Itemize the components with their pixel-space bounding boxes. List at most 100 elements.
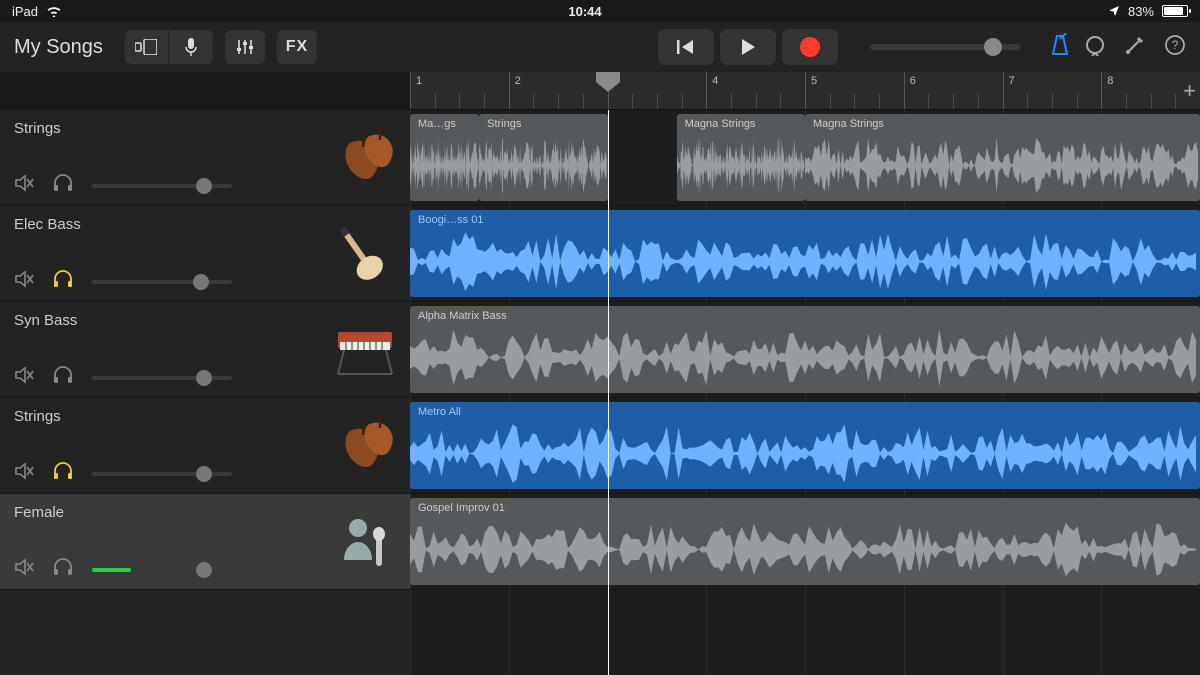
wifi-icon <box>46 5 62 17</box>
audio-region[interactable]: Boogi…ss 01 <box>410 210 1200 297</box>
track-lane[interactable]: Boogi…ss 01 <box>410 206 1200 302</box>
slider-thumb[interactable] <box>984 38 1002 56</box>
microphone-button[interactable] <box>169 30 213 64</box>
mute-button[interactable] <box>14 270 34 293</box>
battery-icon <box>1162 5 1188 17</box>
slider-thumb[interactable] <box>196 370 212 386</box>
play-button[interactable] <box>720 29 776 65</box>
region-label: Alpha Matrix Bass <box>410 306 1200 326</box>
slider-thumb[interactable] <box>196 562 212 578</box>
settings-button[interactable] <box>1124 34 1146 61</box>
instrument-icon[interactable] <box>330 320 400 380</box>
waveform <box>677 136 805 195</box>
mute-button[interactable] <box>14 462 34 485</box>
track-lane[interactable]: Alpha Matrix Bass <box>410 302 1200 398</box>
track-header[interactable]: Female <box>0 494 410 590</box>
master-volume-slider[interactable] <box>870 44 1020 50</box>
help-button[interactable]: ? <box>1164 34 1186 61</box>
region-label: Strings <box>479 114 607 134</box>
track-header[interactable]: Syn Bass <box>0 302 410 398</box>
playhead[interactable] <box>594 72 622 92</box>
playhead-line[interactable] <box>608 110 609 675</box>
go-to-start-button[interactable] <box>658 29 714 65</box>
audio-region[interactable]: Metro All <box>410 402 1200 489</box>
region-label: Magna Strings <box>805 114 1200 134</box>
track-volume-slider[interactable] <box>92 184 232 188</box>
track-lane[interactable]: Metro All <box>410 398 1200 494</box>
audio-region[interactable]: Magna Strings <box>677 114 805 201</box>
songs-button[interactable]: My Songs <box>14 36 103 59</box>
bar-number: 4 <box>712 75 718 87</box>
metronome-button[interactable] <box>1048 33 1072 62</box>
region-label: Metro All <box>410 402 1200 422</box>
track-volume-slider[interactable] <box>92 568 232 572</box>
track-volume-slider[interactable] <box>92 280 232 284</box>
audio-region[interactable]: Magna Strings <box>805 114 1200 201</box>
toolbar: My Songs FX ? <box>0 22 1200 72</box>
record-button[interactable] <box>782 29 838 65</box>
region-label: Ma…gs <box>410 114 479 134</box>
waveform <box>805 136 1200 195</box>
audio-region[interactable]: Strings <box>479 114 607 201</box>
add-track-button[interactable]: + <box>1183 78 1196 104</box>
battery-percent: 83% <box>1128 4 1154 19</box>
timeline[interactable]: Ma…gsStrings Magna StringsMagna Strings Bo… <box>410 110 1200 675</box>
audio-region[interactable]: Alpha Matrix Bass <box>410 306 1200 393</box>
solo-button[interactable] <box>52 270 74 293</box>
instrument-icon[interactable] <box>330 224 400 284</box>
waveform <box>410 232 1200 291</box>
bar-number: 7 <box>1009 75 1015 87</box>
track-headers: Strings Elec Bass <box>0 110 410 675</box>
mute-button[interactable] <box>14 558 34 581</box>
mute-button[interactable] <box>14 174 34 197</box>
ruler-row: + 12345678 <box>0 72 1200 110</box>
solo-button[interactable] <box>52 558 74 581</box>
record-icon <box>800 37 820 57</box>
device-label: iPad <box>12 4 38 19</box>
solo-button[interactable] <box>52 366 74 389</box>
solo-button[interactable] <box>52 462 74 485</box>
waveform <box>410 424 1200 483</box>
instrument-icon[interactable] <box>330 128 400 188</box>
waveform <box>410 328 1200 387</box>
timeline-ruler[interactable]: + 12345678 <box>410 72 1200 110</box>
fx-button[interactable]: FX <box>277 30 317 64</box>
audio-region[interactable]: Ma…gs <box>410 114 479 201</box>
waveform <box>410 520 1200 579</box>
bar-number: 8 <box>1107 75 1113 87</box>
location-icon <box>1108 5 1120 17</box>
instrument-icon[interactable] <box>330 512 400 572</box>
bar-number: 5 <box>811 75 817 87</box>
mixer-button[interactable] <box>225 30 265 64</box>
track-volume-slider[interactable] <box>92 376 232 380</box>
track-header[interactable]: Strings <box>0 398 410 494</box>
region-label: Boogi…ss 01 <box>410 210 1200 230</box>
clock: 10:44 <box>568 4 601 19</box>
svg-text:?: ? <box>1172 38 1179 52</box>
tracks-view-button[interactable] <box>125 30 169 64</box>
slider-thumb[interactable] <box>196 466 212 482</box>
solo-button[interactable] <box>52 174 74 197</box>
region-label: Magna Strings <box>677 114 805 134</box>
region-label: Gospel Improv 01 <box>410 498 1200 518</box>
track-header[interactable]: Elec Bass <box>0 206 410 302</box>
bar-number: 2 <box>515 75 521 87</box>
track-volume-slider[interactable] <box>92 472 232 476</box>
instrument-icon[interactable] <box>330 416 400 476</box>
bar-number: 6 <box>910 75 916 87</box>
waveform <box>410 136 479 195</box>
bar-number: 1 <box>416 75 422 87</box>
slider-thumb[interactable] <box>196 178 212 194</box>
waveform <box>479 136 607 195</box>
tracks-area: Strings Elec Bass <box>0 110 1200 675</box>
loop-button[interactable] <box>1084 34 1106 61</box>
audio-region[interactable]: Gospel Improv 01 <box>410 498 1200 585</box>
track-lane[interactable]: Gospel Improv 01 <box>410 494 1200 590</box>
track-header[interactable]: Strings <box>0 110 410 206</box>
view-mode-group <box>125 30 213 64</box>
slider-thumb[interactable] <box>193 274 209 290</box>
mute-button[interactable] <box>14 366 34 389</box>
track-lane[interactable]: Ma…gsStrings Magna StringsMagna Strings <box>410 110 1200 206</box>
transport-controls <box>658 29 838 65</box>
status-bar: iPad 10:44 83% <box>0 0 1200 22</box>
